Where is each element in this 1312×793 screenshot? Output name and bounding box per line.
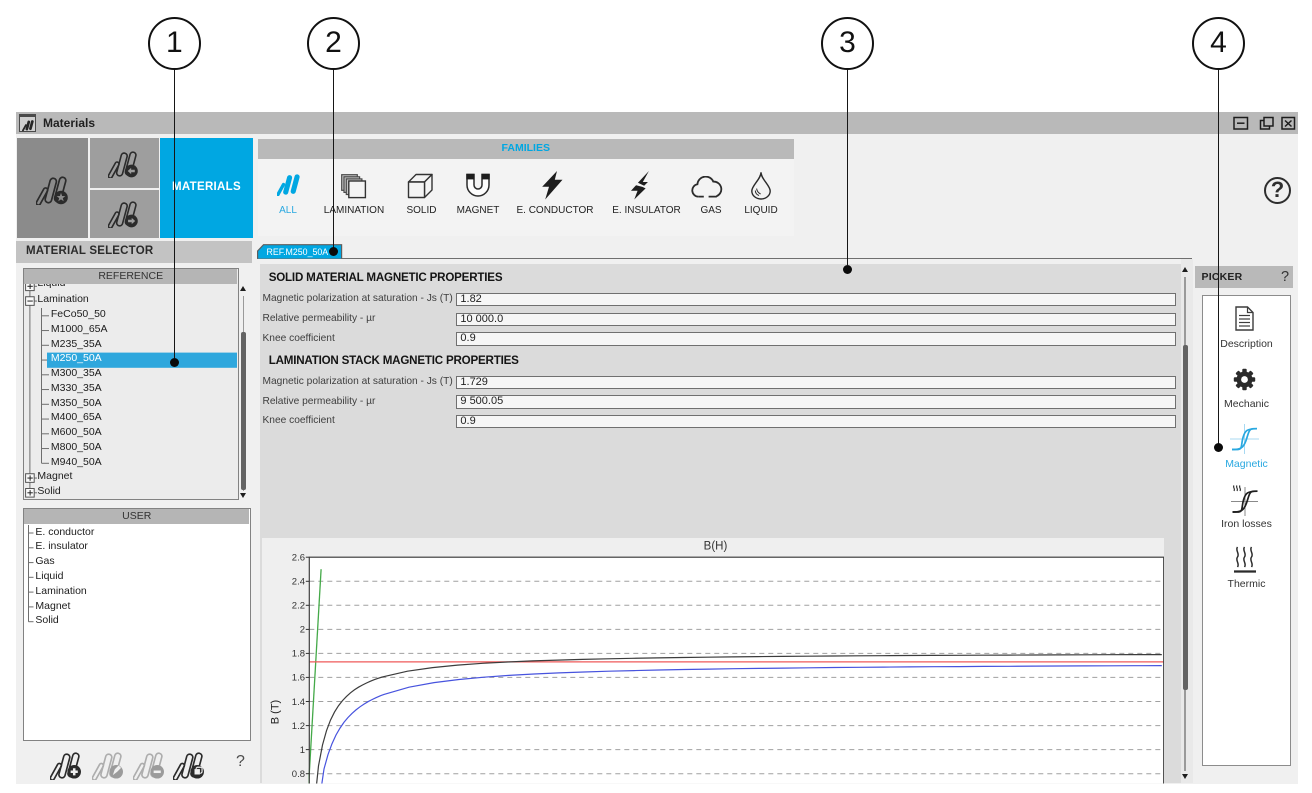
svg-text:2.4: 2.4 bbox=[291, 577, 304, 588]
svg-text:1.2: 1.2 bbox=[291, 721, 304, 732]
svg-text:1: 1 bbox=[299, 745, 304, 756]
svg-text:1.6: 1.6 bbox=[291, 673, 304, 684]
svg-text:0.8: 0.8 bbox=[291, 769, 304, 780]
svg-text:1.4: 1.4 bbox=[291, 697, 304, 708]
svg-text:1.8: 1.8 bbox=[291, 649, 304, 660]
svg-text:B(H): B(H) bbox=[703, 541, 727, 553]
svg-text:B (T): B (T) bbox=[269, 700, 281, 724]
svg-text:2.2: 2.2 bbox=[291, 601, 304, 612]
svg-text:2.6: 2.6 bbox=[291, 553, 304, 564]
svg-text:2: 2 bbox=[299, 625, 304, 636]
